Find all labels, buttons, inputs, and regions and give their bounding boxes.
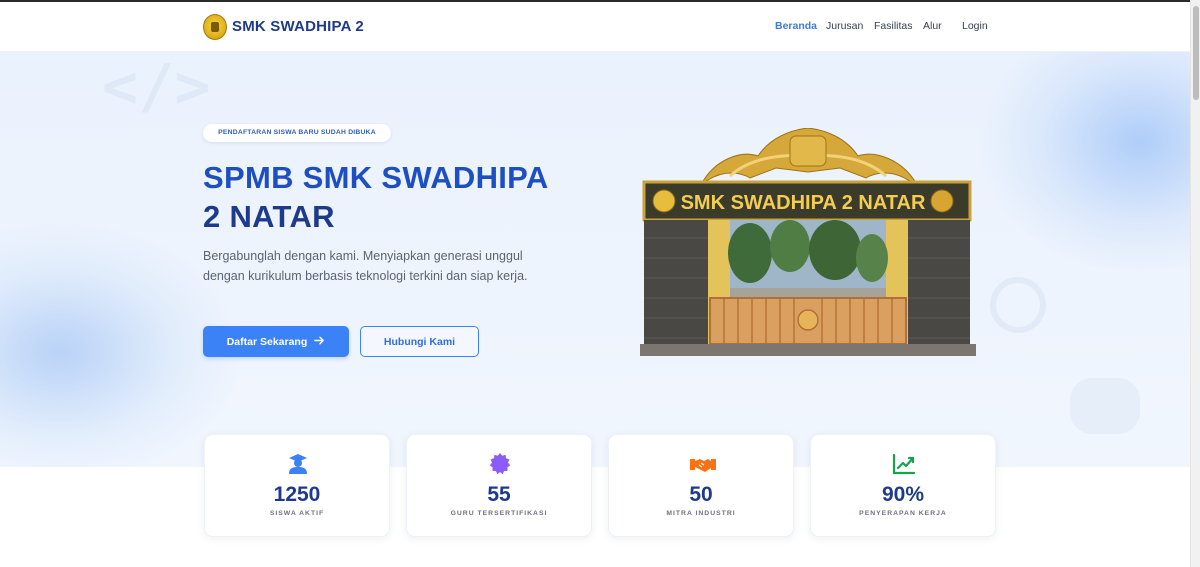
gamepad-decoration-icon	[1070, 378, 1140, 434]
registration-open-badge: PENDAFTARAN SISWA BARU SUDAH DIBUKA	[203, 124, 391, 142]
scrollbar-thumb[interactable]	[1193, 6, 1199, 100]
brand-name[interactable]: SMK SWADHIPA 2	[232, 18, 364, 35]
stat-label: MITRA INDUSTRI	[666, 510, 736, 517]
stat-value: 50	[689, 483, 713, 506]
register-now-label: Daftar Sekarang	[226, 335, 308, 348]
nav-link-jurusan[interactable]: Jurusan	[826, 20, 863, 32]
stat-value: 90%	[881, 483, 925, 506]
register-now-button[interactable]: Daftar Sekarang	[203, 326, 349, 357]
stat-card-industry: 50 MITRA INDUSTRI	[608, 434, 794, 537]
handshake-icon	[690, 452, 716, 476]
stat-label: GURU TERSERTIFIKASI	[450, 510, 548, 517]
certificate-icon	[488, 452, 512, 476]
nav-link-fasilitas[interactable]: Fasilitas	[874, 20, 913, 32]
gate-sign-text: SMK SWADHIPA 2 NATAR	[681, 192, 926, 214]
stat-card-teachers: 55 GURU TERSERTIFIKASI	[406, 434, 592, 537]
page: </> SMK SWADHIPA 2 Beranda Jurusan Fasil…	[0, 0, 1200, 567]
stat-card-employment: 90% PENYERAPAN KERJA	[810, 434, 996, 537]
code-decoration-icon: </>	[102, 52, 211, 122]
nav-link-alur[interactable]: Alur	[923, 20, 942, 32]
nav-link-beranda[interactable]: Beranda	[775, 20, 817, 32]
nav-link-login[interactable]: Login	[962, 20, 988, 32]
gear-decoration-icon	[990, 277, 1046, 333]
decorative-blob-right	[980, 52, 1190, 272]
stat-card-students: 1250 SISWA AKTIF	[204, 434, 390, 537]
hero-title-line-1: SPMB SMK SWADHIPA	[203, 160, 549, 195]
chart-line-icon	[892, 452, 916, 476]
contact-us-button[interactable]: Hubungi Kami	[360, 326, 479, 357]
school-gate-image: SMK SWADHIPA 2 NATAR	[640, 128, 976, 356]
navbar: SMK SWADHIPA 2 Beranda Jurusan Fasilitas…	[0, 2, 1190, 52]
hero-title: SPMB SMK SWADHIPA 2 NATAR	[203, 158, 623, 236]
hero-description: Bergabunglah dengan kami. Menyiapkan gen…	[203, 249, 528, 283]
graduate-icon	[286, 452, 310, 476]
vertical-scrollbar[interactable]	[1190, 0, 1200, 567]
stat-value: 1250	[273, 483, 321, 506]
arrow-right-icon	[314, 335, 325, 349]
stat-label: PENYERAPAN KERJA	[859, 510, 947, 517]
hero-background: </>	[0, 52, 1190, 467]
school-logo-icon[interactable]	[203, 14, 227, 40]
stat-label: SISWA AKTIF	[269, 510, 325, 517]
stat-value: 55	[487, 483, 511, 506]
hero-title-line-2: 2 NATAR	[203, 199, 335, 234]
